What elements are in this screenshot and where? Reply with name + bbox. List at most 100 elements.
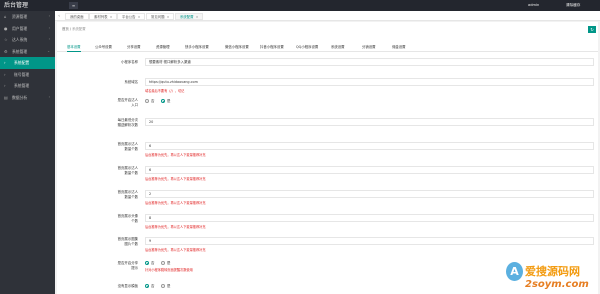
free-times-input[interactable]: 20 — [145, 118, 594, 126]
field-label: 首页展示达人 — [117, 142, 138, 146]
radio-no[interactable]: 否 — [145, 261, 154, 266]
domain-hint: 域名最后不要有（/），切记 — [145, 89, 185, 93]
star-icon: ☆ — [4, 37, 8, 42]
admin-user[interactable]: admin — [528, 0, 539, 11]
chevron-down-icon: ⌄ — [47, 48, 50, 53]
sidebar-item-resources[interactable]: ⌂ 资源管理 › — [0, 11, 55, 23]
field-label: 是否开启达人 — [117, 98, 138, 102]
config-subtabs: 基本设置 公众号设置 分享设置 资源管理 快手小程序设置 微信小程序设置 抖音小… — [57, 43, 598, 52]
sidebar-item-label: 系统配置 — [14, 60, 30, 65]
close-icon[interactable]: × — [138, 15, 141, 19]
sidebar-item-label: 资源管理 — [12, 14, 28, 19]
radio-checked-icon — [145, 261, 149, 265]
first-share-input[interactable]: 6 — [145, 142, 594, 150]
breadcrumb-separator: / — [69, 27, 72, 31]
clear-cache-link[interactable]: 清除缓存 — [566, 0, 580, 11]
sidebar-item-label: 数据分析 — [12, 94, 28, 100]
field-label: 是否开启分享 — [117, 261, 138, 265]
field-hint: 后台推荐为优先，再以达人下载量推荐补充 — [145, 225, 206, 229]
sidebar-item-system[interactable]: ⚙ 系统管理 ⌄ — [0, 46, 55, 58]
watermark-logo-icon: A — [506, 262, 523, 281]
sidebar-item-system-config[interactable]: › 系统配置 — [0, 57, 55, 69]
gear-icon: ⚙ — [4, 48, 8, 54]
sidebar-item-label: 系统管理 — [12, 48, 28, 54]
pic-count-input[interactable]: 9 — [145, 237, 594, 245]
subtab-basic[interactable]: 基本设置 — [67, 43, 81, 52]
field-hint: 针对小程序跳转页面提醒次数使用 — [145, 268, 193, 272]
chevron-right-icon: › — [48, 25, 50, 30]
radio-circle-icon — [161, 284, 165, 288]
radio-yes[interactable]: 是 — [161, 99, 170, 104]
refresh-button[interactable]: ↻ — [588, 25, 596, 33]
subtab-system[interactable]: 系统设置 — [331, 43, 345, 52]
radio-circle-icon — [161, 261, 165, 265]
tab-faq[interactable]: 常见问题 × — [146, 12, 175, 20]
radio-label: 是 — [167, 284, 171, 288]
app-name-input[interactable]: 想要素材·视口解析多入渠道 — [145, 58, 594, 66]
subtab-kuaishou[interactable]: 快手小程序设置 — [185, 43, 209, 52]
subtab-douyin[interactable]: 抖音小程序设置 — [260, 43, 284, 52]
tab-desktop[interactable]: 我的桌面 — [65, 12, 89, 20]
sidebar-item-label: 达人系统 — [12, 37, 28, 42]
share-count-input[interactable]: 6 — [145, 166, 594, 174]
breadcrumb-home[interactable]: 首页 — [62, 27, 69, 31]
sidebar-item-accounts[interactable]: › 账号管理 — [0, 69, 55, 81]
radio-circle-icon — [145, 99, 149, 103]
user-icon: ● — [4, 25, 8, 31]
domain-input[interactable]: https://qutu.zhidaovang.com — [145, 78, 594, 86]
sidebar-item-experts[interactable]: ☆ 达人系统 › — [0, 34, 55, 46]
home-icon: ⌂ — [4, 14, 7, 19]
subtab-resources[interactable]: 资源管理 — [156, 43, 170, 52]
radio-no[interactable]: 否 — [145, 99, 154, 104]
sidebar-item-analytics[interactable]: ▤ 数据分析 › — [0, 92, 55, 104]
config-icon: › — [4, 60, 6, 65]
rank-count-input[interactable]: 2 — [145, 190, 594, 198]
tab-label: 平台公告 — [122, 14, 136, 19]
field-label: 小程序名称 — [121, 60, 138, 64]
avatar-count-input[interactable]: 8 — [145, 214, 594, 222]
close-icon[interactable]: × — [196, 15, 199, 19]
chevron-right-icon: › — [48, 14, 50, 18]
field-label: 数量个数 — [124, 171, 138, 175]
sidebar-item-system-manage[interactable]: › 系统管理 — [0, 80, 55, 92]
radio-label: 是 — [167, 99, 171, 103]
close-icon[interactable]: × — [110, 15, 113, 19]
tab-materials[interactable]: 素材列表 × — [89, 12, 118, 20]
field-hint: 后台推荐为优先，再以达人下载量推荐补充 — [145, 248, 206, 252]
tab-system-config[interactable]: 系统配置 × — [175, 12, 204, 20]
radio-no[interactable]: 否 — [145, 284, 154, 289]
radio-checked-icon — [161, 99, 165, 103]
tabs-scroll-left-icon[interactable]: ‹ — [55, 11, 63, 21]
menu-toggle-icon[interactable]: ≡ — [69, 2, 78, 9]
tab-label: 我的桌面 — [70, 14, 84, 19]
close-icon[interactable]: × — [167, 15, 170, 19]
subtab-distribution[interactable]: 分销设置 — [362, 43, 376, 52]
field-label: 首页展示图集 — [117, 237, 138, 241]
field-label: 入口 — [131, 103, 138, 107]
field-hint: 后台推荐为优先，再以达人下载量推荐补充 — [145, 177, 206, 181]
subtab-commission[interactable]: 佣金设置 — [392, 43, 406, 52]
field-label: 没有显示模板 — [117, 284, 138, 288]
subtab-qq[interactable]: QQ小程序设置 — [296, 43, 318, 52]
radio-yes[interactable]: 是 — [161, 284, 170, 289]
page-tabs: ‹ 我的桌面 素材列表 × 平台公告 × 常见问题 × 系统配置 × — [55, 11, 600, 21]
site-watermark: A 爱搜源码网 2soym.com — [506, 261, 598, 293]
radio-yes[interactable]: 是 — [161, 261, 170, 266]
app-title: 后台管理 — [4, 2, 29, 9]
field-hint: 后台推荐为优先，再以达人下载量推荐补充 — [145, 201, 206, 205]
sidebar: ⌂ 资源管理 › ● 用户管理 › ☆ 达人系统 › ⚙ 系统管理 ⌄ › 系统… — [0, 11, 55, 294]
tab-announcements[interactable]: 平台公告 × — [117, 12, 146, 20]
list-icon: › — [4, 83, 6, 88]
subtab-share[interactable]: 分享设置 — [127, 43, 141, 52]
top-header: 后台管理 ≡ admin 清除缓存 — [0, 0, 600, 11]
subtab-wechat-oa[interactable]: 公众号设置 — [95, 43, 112, 52]
field-label: 首页展示达人 — [117, 166, 138, 170]
sidebar-item-users[interactable]: ● 用户管理 › — [0, 23, 55, 35]
subtab-wechat-mini[interactable]: 微信小程序设置 — [225, 43, 249, 52]
field-label: 提示 — [131, 266, 138, 270]
sidebar-item-label: 账号管理 — [14, 71, 30, 77]
radio-checked-icon — [145, 284, 149, 288]
sidebar-item-label: 系统管理 — [14, 83, 30, 88]
radio-label: 否 — [151, 284, 155, 288]
sidebar-item-label: 用户管理 — [12, 25, 28, 31]
